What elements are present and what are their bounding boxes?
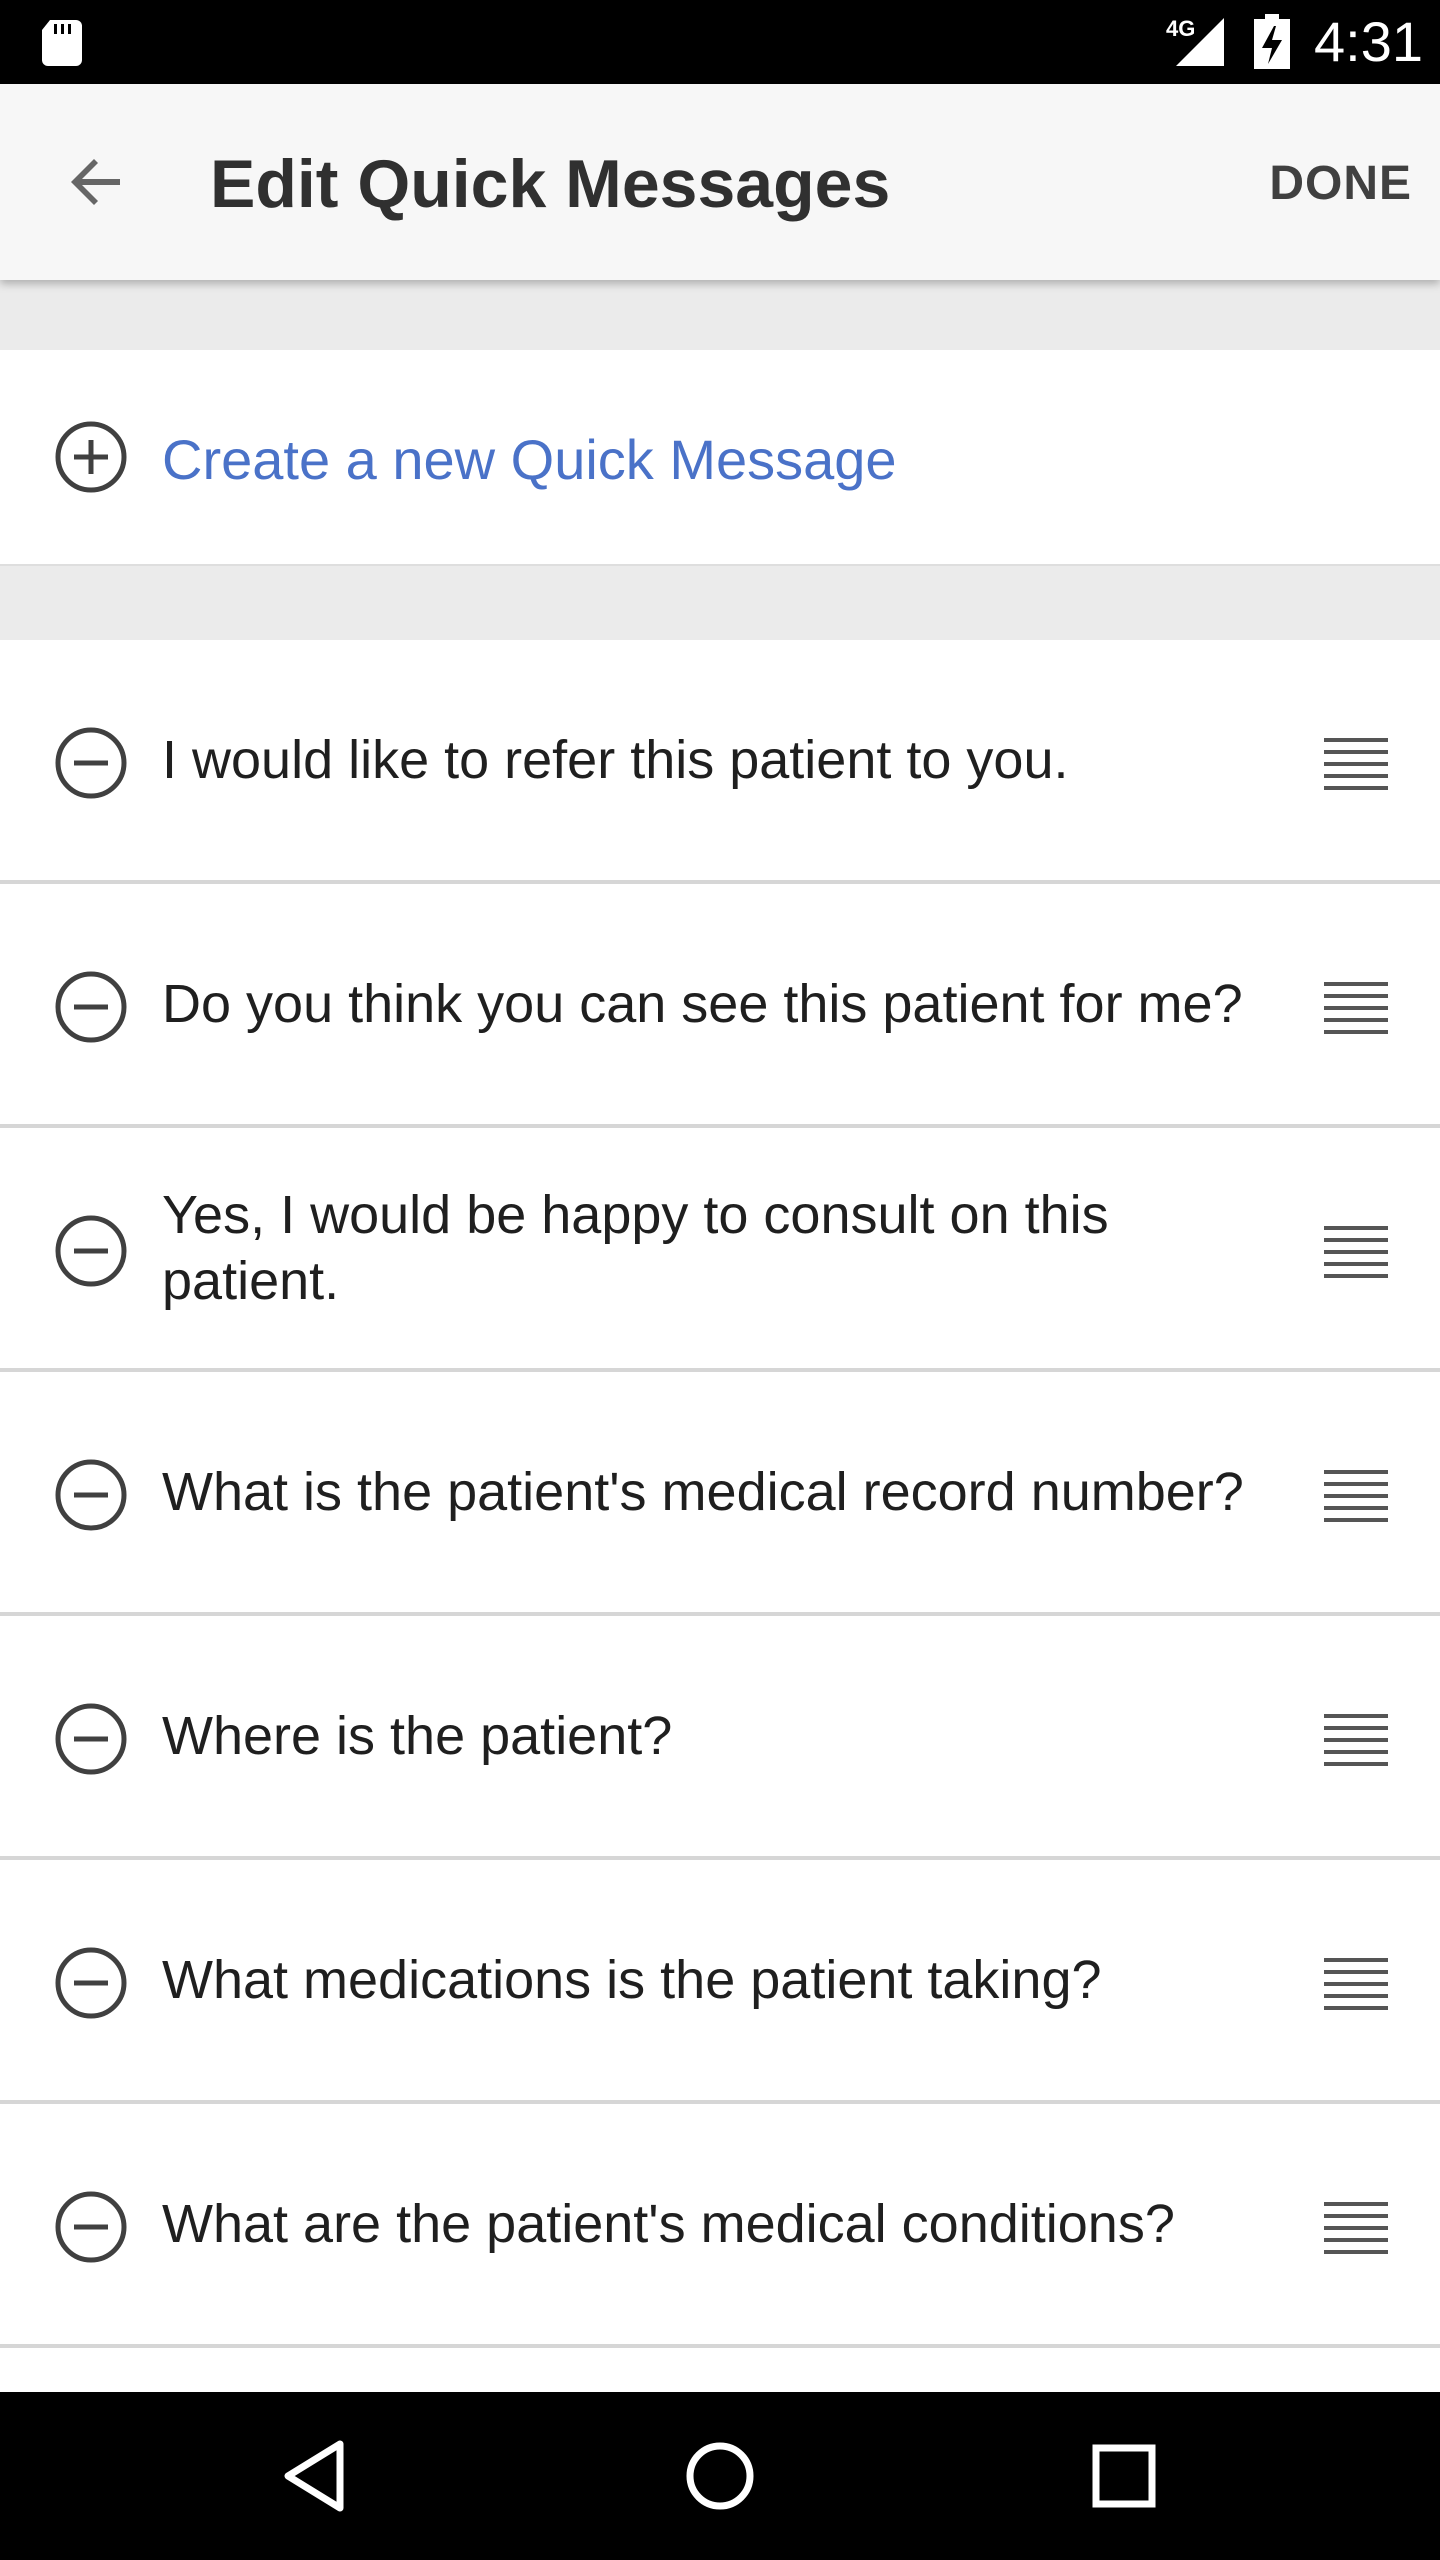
- remove-circle-icon[interactable]: [54, 1946, 128, 2020]
- nav-home-icon[interactable]: [674, 2430, 766, 2522]
- message-text: What is the patient's medical record num…: [162, 1462, 1244, 1522]
- done-button[interactable]: DONE: [1269, 156, 1412, 212]
- drag-handle-icon[interactable]: [1322, 1956, 1390, 2010]
- drag-handle-icon[interactable]: [1322, 736, 1390, 790]
- remove-circle-icon[interactable]: [54, 970, 128, 1044]
- section-divider: [0, 280, 1440, 350]
- message-text: What medications is the patient taking?: [162, 1950, 1102, 2010]
- nav-back-icon[interactable]: [270, 2430, 362, 2522]
- message-text: Where is the patient?: [162, 1706, 673, 1766]
- list-item: What are the patient's medical condition…: [0, 2104, 1440, 2348]
- create-quick-message-label: Create a new Quick Message: [162, 428, 897, 491]
- battery-charging-icon: [1254, 14, 1290, 69]
- list-item: Do you think you can see this patient fo…: [0, 884, 1440, 1128]
- drag-handle-icon[interactable]: [1322, 1224, 1390, 1278]
- drag-handle-icon[interactable]: [1322, 1468, 1390, 1522]
- remove-circle-icon[interactable]: [54, 1214, 128, 1288]
- create-quick-message-row[interactable]: Create a new Quick Message: [0, 350, 1440, 566]
- message-text: What are the patient's medical condition…: [162, 2194, 1175, 2254]
- section-divider: [0, 566, 1440, 640]
- list-item: Where is the patient?: [0, 1616, 1440, 1860]
- remove-circle-icon[interactable]: [54, 726, 128, 800]
- cell-signal-icon: [1176, 18, 1224, 66]
- system-navigation-bar: [0, 2392, 1440, 2560]
- page-title: Edit Quick Messages: [210, 146, 891, 222]
- app-bar: Edit Quick Messages DONE: [0, 84, 1440, 280]
- back-arrow-icon[interactable]: [64, 150, 128, 214]
- message-text: Yes, I would be happy to consult on this…: [162, 1185, 1109, 1311]
- message-text: Do you think you can see this patient fo…: [162, 974, 1243, 1034]
- remove-circle-icon[interactable]: [54, 1458, 128, 1532]
- list-item: Yes, I would be happy to consult on this…: [0, 1128, 1440, 1372]
- status-bar: 4G 4:31: [0, 0, 1440, 84]
- list-item: I would like to refer this patient to yo…: [0, 640, 1440, 884]
- sd-card-icon: [42, 20, 82, 66]
- list-item: What is the patient's medical record num…: [0, 1372, 1440, 1616]
- drag-handle-icon[interactable]: [1322, 2200, 1390, 2254]
- remove-circle-icon[interactable]: [54, 1702, 128, 1776]
- add-circle-icon: [55, 421, 127, 493]
- nav-recents-icon[interactable]: [1078, 2430, 1170, 2522]
- drag-handle-icon[interactable]: [1322, 1712, 1390, 1766]
- remove-circle-icon[interactable]: [54, 2190, 128, 2264]
- list-item: What medications is the patient taking?: [0, 1860, 1440, 2104]
- quick-message-list: I would like to refer this patient to yo…: [0, 640, 1440, 2348]
- drag-handle-icon[interactable]: [1322, 980, 1390, 1034]
- message-text: I would like to refer this patient to yo…: [162, 730, 1069, 790]
- status-clock: 4:31: [1314, 10, 1423, 73]
